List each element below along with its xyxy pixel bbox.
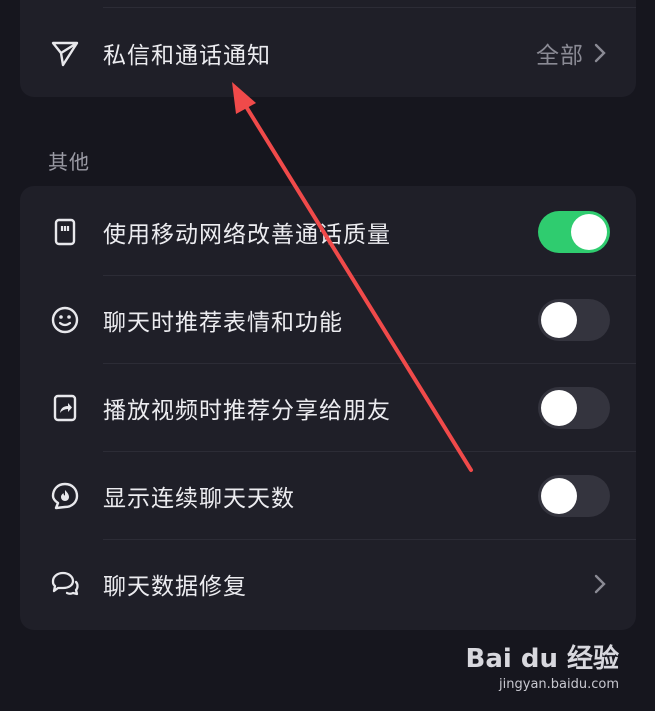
chat-data-repair-label: 聊天数据修复 <box>103 574 247 600</box>
flame-icon <box>50 481 80 511</box>
chevron-right-icon <box>594 574 606 594</box>
other-settings-card: 使用移动网络改善通话质量 聊天时推荐表情和功能 播放视频时推荐分享给朋友 显示连… <box>20 186 636 630</box>
send-icon <box>50 38 80 68</box>
recommend-share-video-toggle[interactable] <box>538 387 610 429</box>
section-title-other: 其他 <box>48 150 90 174</box>
dm-call-notification-label: 私信和通话通知 <box>103 43 271 69</box>
recommend-share-video-label: 播放视频时推荐分享给朋友 <box>103 398 391 424</box>
row-divider <box>103 7 636 8</box>
mobile-network-call-quality-label: 使用移动网络改善通话质量 <box>103 222 391 248</box>
chat-repair-icon <box>50 569 80 599</box>
mobile-network-call-quality-toggle[interactable] <box>538 211 610 253</box>
dm-call-notification-row[interactable]: 私信和通话通知 全部 <box>20 9 636 97</box>
baidu-jingyan-watermark: Bai du 经验 jingyan.baidu.com <box>466 638 620 692</box>
recommend-share-video-row[interactable]: 播放视频时推荐分享给朋友 <box>20 364 636 452</box>
toggle-knob <box>571 214 607 250</box>
notification-settings-card: 私信和通话通知 全部 <box>20 0 636 97</box>
mobile-network-call-quality-row[interactable]: 使用移动网络改善通话质量 <box>20 188 636 276</box>
show-chat-streak-label: 显示连续聊天天数 <box>103 486 295 512</box>
recommend-emoji-features-label: 聊天时推荐表情和功能 <box>103 310 343 336</box>
recommend-emoji-features-toggle[interactable] <box>538 299 610 341</box>
dm-call-notification-value: 全部 <box>536 43 584 69</box>
recommend-emoji-features-row[interactable]: 聊天时推荐表情和功能 <box>20 276 636 364</box>
show-chat-streak-row[interactable]: 显示连续聊天天数 <box>20 452 636 540</box>
chat-data-repair-row[interactable]: 聊天数据修复 <box>20 540 636 628</box>
sim-card-icon <box>50 217 80 247</box>
toggle-knob <box>541 302 577 338</box>
chevron-right-icon <box>594 43 606 63</box>
watermark-url: jingyan.baidu.com <box>499 677 619 692</box>
share-icon <box>50 393 80 423</box>
smiley-icon <box>50 305 80 335</box>
toggle-knob <box>541 390 577 426</box>
watermark-logo: Bai du 经验 <box>465 644 620 674</box>
toggle-knob <box>541 478 577 514</box>
show-chat-streak-toggle[interactable] <box>538 475 610 517</box>
